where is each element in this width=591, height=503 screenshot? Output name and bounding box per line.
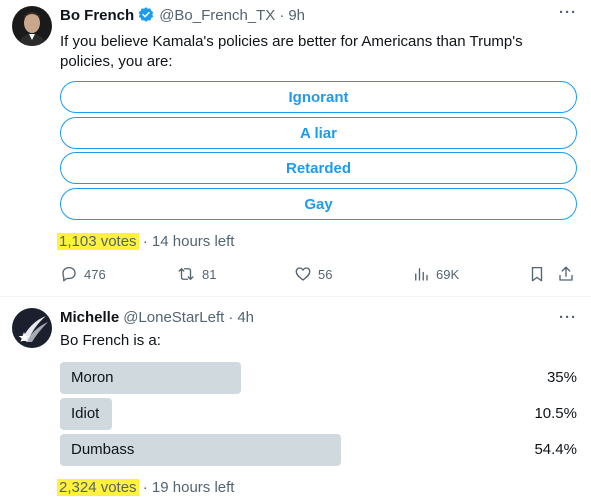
tweet-text-line: policies, you are:: [60, 53, 173, 70]
tweet-text: If you believe Kamala's policies are bet…: [60, 32, 523, 72]
avatar[interactable]: [12, 6, 52, 46]
share-icon: [559, 266, 573, 281]
poll-result-label: Moron: [71, 369, 114, 386]
separator-dot: ·: [228, 309, 234, 326]
reply-button[interactable]: 476: [60, 265, 106, 283]
vote-count: 2,324 votes: [57, 479, 139, 496]
poll-meta: 1,103 votes · 14 hours left: [57, 233, 234, 250]
author-name[interactable]: Bo French: [60, 7, 134, 24]
poll-result-label: Idiot: [71, 405, 100, 422]
poll-option[interactable]: Gay: [60, 188, 577, 220]
poll-result-percent: 54.4%: [534, 441, 577, 458]
bookmark-button[interactable]: [528, 265, 552, 283]
more-options-icon[interactable]: ···: [559, 309, 577, 326]
bookmark-icon: [531, 266, 543, 282]
poll-result-label: Dumbass: [71, 441, 135, 458]
author-handle[interactable]: @LoneStarLeft: [123, 309, 224, 326]
poll-result-percent: 35%: [546, 369, 577, 386]
vote-count: 1,103 votes: [57, 233, 139, 250]
author-handle[interactable]: @Bo_French_TX: [159, 7, 275, 24]
repost-icon: [178, 268, 194, 280]
separator-dot: ·: [279, 6, 285, 24]
time-left: 14 hours left: [151, 233, 235, 250]
poll-result: Idiot 10.5%: [60, 398, 577, 430]
share-button[interactable]: [557, 265, 581, 283]
avatar[interactable]: [12, 308, 52, 348]
reply-icon: [62, 266, 76, 282]
verified-badge-icon: [137, 6, 155, 24]
separator-dot: ·: [142, 233, 152, 250]
tweet-timestamp[interactable]: 9h: [288, 7, 305, 24]
views-chart-icon: [415, 268, 428, 281]
more-options-icon[interactable]: ···: [559, 4, 577, 21]
view-count: 69K: [436, 266, 460, 282]
reply-count: 476: [84, 266, 106, 282]
time-left: 19 hours left: [151, 479, 235, 496]
repost-button[interactable]: 81: [176, 265, 216, 283]
poll-option[interactable]: A liar: [60, 117, 577, 149]
poll-result: Moron 35%: [60, 362, 577, 394]
tweet-text-line: If you believe Kamala's policies are bet…: [60, 33, 523, 50]
heart-icon: [295, 267, 311, 281]
separator-dot: ·: [142, 479, 152, 496]
tweet-timestamp[interactable]: 4h: [237, 309, 254, 326]
views-button[interactable]: 69K: [412, 265, 459, 283]
poll-result-percent: 10.5%: [534, 405, 577, 422]
like-button[interactable]: 56: [294, 265, 332, 283]
like-count: 56: [318, 266, 333, 282]
poll-result: Dumbass 54.4%: [60, 434, 577, 466]
tweet-header: Bo French @Bo_French_TX · 9h: [60, 6, 305, 24]
author-name[interactable]: Michelle: [60, 309, 119, 326]
tweet-divider: [0, 296, 591, 297]
tweet-text: Bo French is a:: [60, 332, 161, 349]
poll-option[interactable]: Retarded: [60, 152, 577, 184]
poll-option[interactable]: Ignorant: [60, 81, 577, 113]
repost-count: 81: [202, 266, 217, 282]
poll-meta: 2,324 votes · 19 hours left: [57, 479, 234, 496]
tweet-header: Michelle @LoneStarLeft · 4h: [60, 309, 254, 326]
